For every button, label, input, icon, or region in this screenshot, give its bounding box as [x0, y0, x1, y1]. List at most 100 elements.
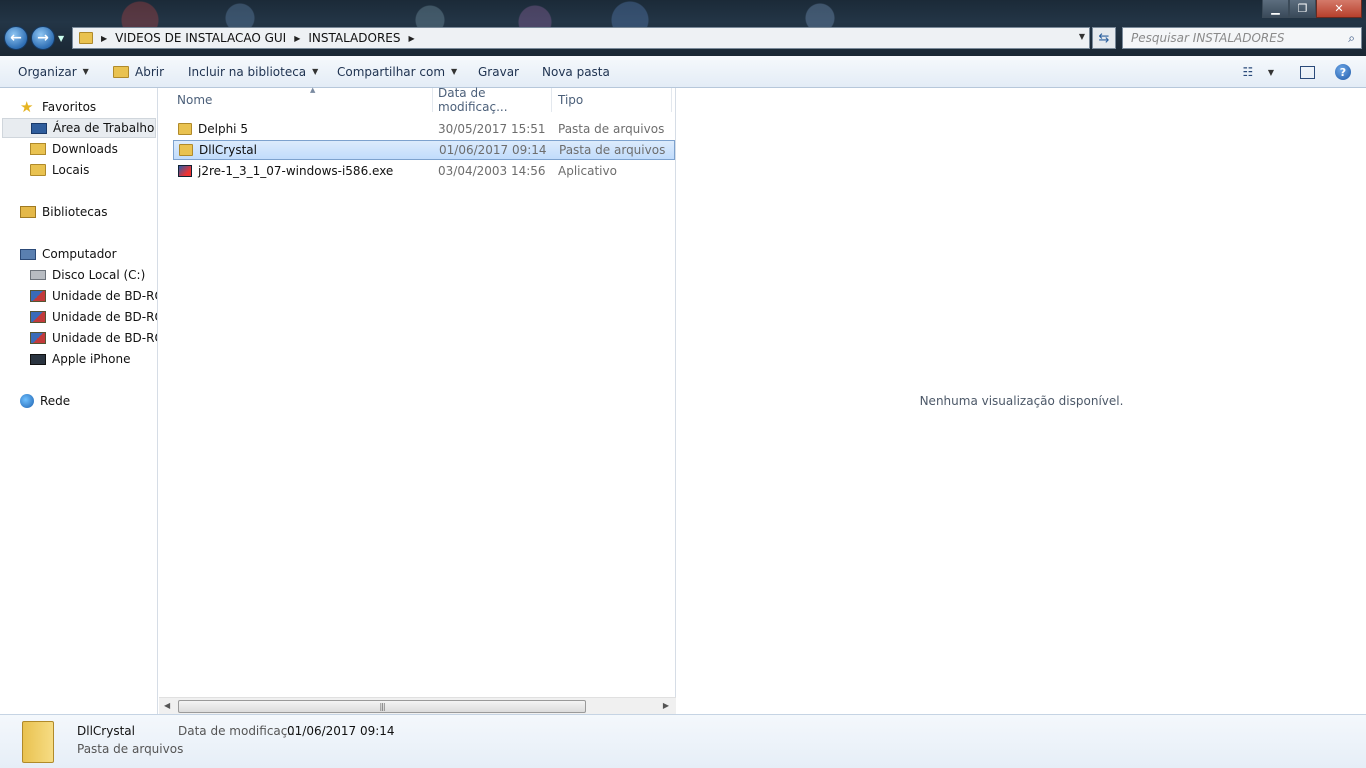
sidebar-item-label: Apple iPhone: [52, 352, 131, 366]
java-installer-icon: [178, 165, 192, 177]
computer-icon: [20, 248, 36, 260]
sidebar-item-label: Unidade de BD-ROM: [52, 331, 157, 345]
details-date-label: Data de modificaç...: [178, 724, 299, 738]
burn-button[interactable]: Gravar: [478, 56, 519, 87]
file-row[interactable]: j2re-1_3_1_07-windows-i586.exe 03/04/200…: [173, 161, 675, 181]
chevron-right-icon[interactable]: ▶: [401, 34, 423, 43]
sidebar-item-network[interactable]: Rede: [20, 391, 70, 411]
chevron-down-icon: ▼: [82, 67, 89, 76]
search-box[interactable]: ⌕: [1122, 27, 1362, 49]
chevron-down-icon: ▼: [451, 67, 458, 76]
title-bar: ▁ ❐ ✕ ← → ▼ ▶ VIDEOS DE INSTALACAO GUI ▶…: [0, 0, 1366, 56]
scrollbar-thumb[interactable]: |||: [178, 700, 586, 713]
back-button[interactable]: ←: [4, 26, 28, 50]
minimize-button[interactable]: ▁: [1262, 0, 1289, 18]
bd-rom-icon: [30, 332, 46, 344]
recent-pages-dropdown[interactable]: ▼: [58, 34, 64, 43]
no-preview-message: Nenhuma visualização disponível.: [919, 394, 1124, 408]
preview-pane-icon[interactable]: [1300, 65, 1315, 79]
file-date: 01/06/2017 09:14: [439, 143, 547, 157]
forward-button[interactable]: →: [31, 26, 55, 50]
sidebar-item-label: Disco Local (C:): [52, 268, 146, 282]
arrow-right-icon: →: [37, 30, 49, 46]
chevron-right-icon[interactable]: ▶: [93, 34, 115, 43]
address-dropdown-icon[interactable]: ▼: [1079, 32, 1085, 41]
new-folder-button[interactable]: Nova pasta: [542, 56, 610, 87]
places-icon: [30, 164, 46, 176]
sidebar-item-iphone[interactable]: Apple iPhone: [30, 349, 130, 369]
scroll-right-icon[interactable]: ▶: [663, 701, 669, 710]
breadcrumb-item[interactable]: VIDEOS DE INSTALACAO GUI: [115, 31, 286, 45]
sidebar-item-desktop[interactable]: Área de Trabalho: [2, 118, 156, 138]
folder-icon: [79, 32, 93, 44]
sidebar-item-label: Rede: [40, 394, 71, 408]
address-bar[interactable]: ▶ VIDEOS DE INSTALACAO GUI ▶ INSTALADORE…: [72, 27, 1090, 49]
include-library-button[interactable]: Incluir na biblioteca ▼: [188, 56, 318, 87]
file-type: Pasta de arquivos: [559, 143, 666, 157]
breadcrumb-item[interactable]: INSTALADORES: [308, 31, 400, 45]
organize-button[interactable]: Organizar ▼: [18, 56, 89, 87]
bd-rom-icon: [30, 290, 46, 302]
sidebar-item-local-disk[interactable]: Disco Local (C:): [30, 265, 145, 285]
sidebar-item-label: Área de Trabalho: [53, 121, 155, 135]
file-name: j2re-1_3_1_07-windows-i586.exe: [198, 164, 394, 178]
share-with-label: Compartilhar com: [337, 64, 446, 79]
column-type[interactable]: Tipo: [554, 88, 672, 112]
chevron-down-icon: ▼: [312, 67, 319, 76]
share-with-button[interactable]: Compartilhar com ▼: [337, 56, 457, 87]
maximize-button[interactable]: ❐: [1289, 0, 1316, 18]
sidebar-item-label: Locais: [52, 163, 90, 177]
sidebar-item-bd-rom-3[interactable]: Unidade de BD-ROM: [30, 328, 157, 348]
new-folder-label: Nova pasta: [542, 64, 610, 79]
column-header: Nome ▲ Data de modificaç... Tipo: [159, 86, 676, 114]
window-controls: ▁ ❐ ✕: [1262, 0, 1362, 18]
file-row[interactable]: Delphi 5 30/05/2017 15:51 Pasta de arqui…: [173, 119, 675, 139]
chevron-right-icon[interactable]: ▶: [286, 34, 308, 43]
sidebar-item-favorites[interactable]: ★ Favoritos: [20, 97, 96, 117]
scroll-left-icon[interactable]: ◀: [164, 701, 170, 710]
sidebar-item-bd-rom-2[interactable]: Unidade de BD-ROM: [30, 307, 157, 327]
navigation-pane: ★ Favoritos Área de Trabalho Downloads L…: [0, 88, 158, 714]
help-icon[interactable]: ?: [1335, 64, 1351, 80]
sidebar-item-label: Bibliotecas: [42, 205, 108, 219]
hard-disk-icon: [30, 270, 46, 280]
column-name[interactable]: Nome ▲: [173, 86, 433, 112]
libraries-icon: [20, 206, 36, 218]
network-icon: [20, 394, 34, 408]
horizontal-scrollbar[interactable]: ◀ ||| ▶: [159, 697, 676, 714]
star-icon: ★: [20, 98, 34, 116]
folder-icon: [179, 144, 193, 156]
column-name-label: Nome: [177, 93, 213, 107]
burn-label: Gravar: [478, 64, 519, 79]
sidebar-item-label: Computador: [42, 247, 117, 261]
sidebar-item-libraries[interactable]: Bibliotecas: [20, 202, 107, 222]
sidebar-item-downloads[interactable]: Downloads: [30, 139, 118, 159]
details-type: Pasta de arquivos: [77, 742, 184, 756]
search-input[interactable]: [1131, 31, 1331, 45]
file-row-selected[interactable]: DllCrystal 01/06/2017 09:14 Pasta de arq…: [173, 140, 675, 160]
chevron-down-icon[interactable]: ▼: [1268, 68, 1274, 77]
sidebar-item-label: Unidade de BD-ROM: [52, 310, 157, 324]
arrow-left-icon: ←: [10, 30, 22, 46]
sidebar-item-label: Favoritos: [42, 100, 97, 114]
refresh-button[interactable]: ⇆: [1092, 27, 1116, 49]
column-date[interactable]: Data de modificaç...: [434, 86, 552, 114]
organize-label: Organizar: [18, 64, 77, 79]
file-name: DllCrystal: [199, 143, 257, 157]
file-name: Delphi 5: [198, 122, 248, 136]
folder-icon: [178, 123, 192, 135]
sidebar-item-computer[interactable]: Computador: [20, 244, 117, 264]
sidebar-item-bd-rom-1[interactable]: Unidade de BD-ROM: [30, 286, 157, 306]
search-icon[interactable]: ⌕: [1348, 31, 1355, 46]
sidebar-item-places[interactable]: Locais: [30, 160, 89, 180]
open-button[interactable]: Abrir: [113, 56, 164, 87]
column-date-label: Data de modificaç...: [438, 86, 508, 114]
close-button[interactable]: ✕: [1316, 0, 1362, 18]
phone-icon: [30, 353, 46, 365]
view-options-icon[interactable]: ☷: [1240, 65, 1256, 79]
details-pane: DllCrystal Pasta de arquivos Data de mod…: [0, 714, 1366, 768]
preview-pane: Nenhuma visualização disponível.: [677, 88, 1366, 714]
desktop-icon: [31, 122, 47, 134]
open-folder-icon: [113, 65, 129, 78]
file-list: Nome ▲ Data de modificaç... Tipo Delphi …: [159, 86, 676, 714]
